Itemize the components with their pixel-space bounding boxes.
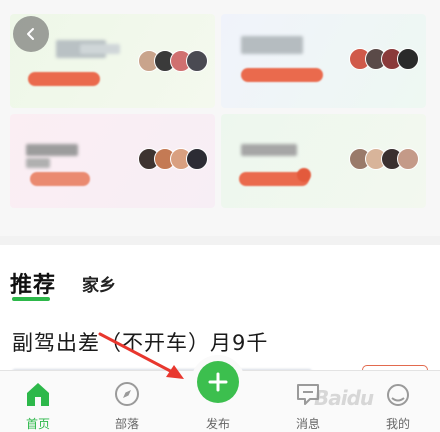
nav-item-home[interactable]: 首页 — [2, 371, 74, 432]
bottom-navigation: 首页 部落 发布 消息 我的 — [0, 361, 440, 432]
group-card-3[interactable] — [10, 114, 215, 208]
nav-label-publish: 发布 — [205, 417, 230, 431]
feed-item-title[interactable]: 副驾出差（不开车）月9千 — [12, 327, 268, 357]
compass-icon — [115, 382, 139, 406]
publish-button[interactable] — [197, 361, 239, 403]
member-avatars — [349, 148, 419, 170]
group-cards-grid — [0, 0, 440, 236]
group-card-4[interactable] — [221, 114, 426, 208]
feed-tabs: 推荐 家乡 — [0, 245, 440, 307]
tab-recommend[interactable]: 推荐 — [10, 267, 56, 299]
back-button[interactable] — [13, 16, 49, 52]
tab-hometown[interactable]: 家乡 — [82, 271, 116, 296]
plus-icon — [208, 372, 228, 392]
member-avatars — [138, 148, 208, 170]
avatar — [186, 50, 208, 72]
member-avatars — [138, 50, 208, 72]
avatar — [397, 148, 419, 170]
avatar — [186, 148, 208, 170]
group-card-2[interactable] — [221, 14, 426, 108]
avatar — [397, 48, 419, 70]
nav-label-profile: 我的 — [385, 417, 410, 431]
profile-icon — [387, 384, 409, 406]
nav-item-tribe[interactable]: 部落 — [91, 371, 163, 432]
chevron-left-icon — [27, 28, 34, 40]
nav-item-publish[interactable]: 发布 — [182, 361, 254, 432]
home-icon — [27, 383, 49, 406]
nav-label-messages: 消息 — [295, 417, 320, 431]
watermark: Baidu — [314, 386, 374, 410]
nav-label-home: 首页 — [25, 417, 50, 431]
active-tab-indicator — [12, 297, 50, 301]
nav-label-tribe: 部落 — [114, 417, 139, 431]
member-avatars — [349, 48, 419, 70]
